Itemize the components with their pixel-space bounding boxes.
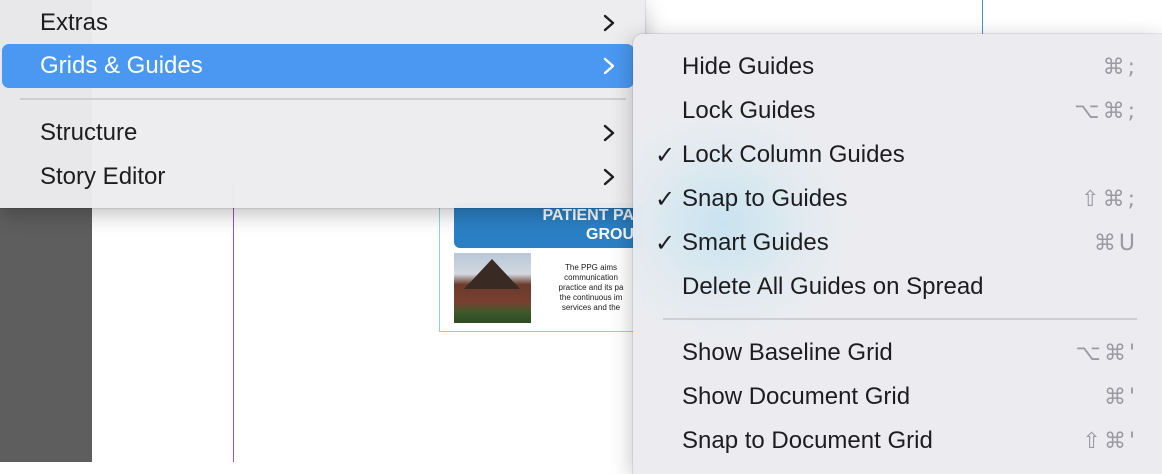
submenu-item-lock-guides[interactable]: Lock Guides ⌥⌘; bbox=[639, 89, 1156, 133]
chevron-right-icon bbox=[603, 124, 615, 142]
submenu-item-hide-guides[interactable]: Hide Guides ⌘; bbox=[639, 45, 1156, 89]
keyboard-shortcut: ⌘; bbox=[1102, 54, 1138, 80]
submenu-item-label: Smart Guides bbox=[682, 229, 829, 256]
menu-item-story-editor[interactable]: Story Editor bbox=[2, 155, 634, 199]
keyboard-shortcut: ⌘' bbox=[1103, 384, 1138, 410]
document-house-photo bbox=[454, 253, 531, 323]
chevron-right-icon bbox=[603, 168, 615, 186]
menu-item-label: Structure bbox=[40, 119, 138, 146]
chevron-right-icon bbox=[603, 57, 615, 75]
keyboard-shortcut: ⌘U bbox=[1093, 230, 1138, 256]
menu-item-structure[interactable]: Structure bbox=[2, 111, 634, 155]
keyboard-shortcut: ⌥⌘' bbox=[1075, 340, 1138, 366]
submenu-item-snap-to-guides[interactable]: ✓ Snap to Guides ⇧⌘; bbox=[639, 177, 1156, 221]
menu-item-extras[interactable]: Extras bbox=[2, 1, 634, 45]
keyboard-shortcut: ⇧⌘; bbox=[1081, 186, 1138, 212]
document-content-frame[interactable]: PATIENT PA GROU The PPG aims communicati… bbox=[439, 190, 644, 332]
submenu-item-label: Snap to Guides bbox=[682, 185, 848, 212]
submenu-item-delete-all-guides[interactable]: Delete All Guides on Spread bbox=[639, 265, 1156, 309]
submenu-item-label: Hide Guides bbox=[682, 53, 815, 80]
menu-item-label: Story Editor bbox=[40, 163, 166, 190]
menu-item-label: Extras bbox=[40, 9, 109, 36]
checkmark-icon: ✓ bbox=[654, 229, 676, 257]
keyboard-shortcut: ⇧⌘' bbox=[1082, 428, 1138, 454]
menu-separator bbox=[20, 98, 626, 100]
submenu-item-snap-to-document-grid[interactable]: Snap to Document Grid ⇧⌘' bbox=[639, 419, 1156, 463]
chevron-right-icon bbox=[603, 14, 615, 32]
submenu-item-smart-guides[interactable]: ✓ Smart Guides ⌘U bbox=[639, 221, 1156, 265]
submenu-item-show-document-grid[interactable]: Show Document Grid ⌘' bbox=[639, 375, 1156, 419]
checkmark-icon: ✓ bbox=[654, 185, 676, 213]
document-body-text: The PPG aims communication practice and … bbox=[558, 263, 624, 312]
submenu-item-label: Snap to Document Grid bbox=[682, 427, 933, 454]
view-menu: Extras Grids & Guides Structure Story Ed… bbox=[0, 0, 645, 208]
grids-guides-submenu: Hide Guides ⌘; Lock Guides ⌥⌘; ✓ Lock Co… bbox=[633, 34, 1162, 474]
menu-item-label: Grids & Guides bbox=[40, 52, 203, 79]
checkmark-icon: ✓ bbox=[654, 141, 676, 169]
submenu-item-label: Show Baseline Grid bbox=[682, 339, 893, 366]
submenu-item-label: Show Document Grid bbox=[682, 383, 911, 410]
submenu-item-label: Lock Guides bbox=[682, 97, 816, 124]
submenu-item-label: Delete All Guides on Spread bbox=[682, 273, 984, 300]
document-banner: PATIENT PA GROU bbox=[454, 203, 643, 248]
submenu-separator bbox=[663, 318, 1137, 320]
submenu-item-show-baseline-grid[interactable]: Show Baseline Grid ⌥⌘' bbox=[639, 331, 1156, 375]
keyboard-shortcut: ⌥⌘; bbox=[1074, 98, 1138, 124]
margin-guide bbox=[233, 180, 234, 462]
submenu-item-lock-column-guides[interactable]: ✓ Lock Column Guides bbox=[639, 133, 1156, 177]
menu-item-grids-guides[interactable]: Grids & Guides bbox=[2, 44, 634, 88]
submenu-item-label: Lock Column Guides bbox=[682, 141, 905, 168]
